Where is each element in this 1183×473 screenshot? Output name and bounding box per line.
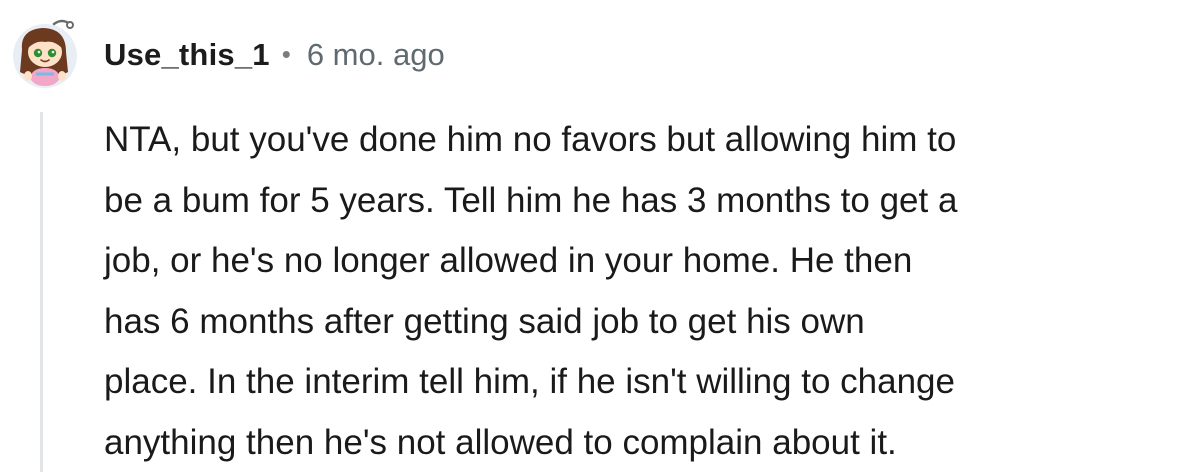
comment-body-line: NTA, but you've done him no favors but a…	[104, 110, 1179, 171]
comment-body-line: place. In the interim tell him, if he is…	[104, 352, 1179, 413]
comment: Use_this_1 • 6 mo. ago NTA, but you've d…	[0, 0, 1183, 465]
thread-collapse-line[interactable]	[40, 112, 43, 472]
comment-body-line: be a bum for 5 years. Tell him he has 3 …	[104, 171, 1179, 232]
comment-header: Use_this_1 • 6 mo. ago	[104, 30, 445, 80]
meta-separator: •	[282, 39, 291, 70]
timestamp-link[interactable]: 6 mo. ago	[307, 37, 445, 73]
snoo-avatar-icon	[8, 16, 82, 90]
avatar[interactable]	[8, 16, 82, 90]
username-link[interactable]: Use_this_1	[104, 37, 270, 73]
comment-body-line: has 6 months after getting said job to g…	[104, 292, 1179, 353]
comment-body-line: job, or he's no longer allowed in your h…	[104, 231, 1179, 292]
comment-body: NTA, but you've done him no favors but a…	[104, 110, 1179, 473]
comment-body-line: anything then he's not allowed to compla…	[104, 413, 1179, 473]
